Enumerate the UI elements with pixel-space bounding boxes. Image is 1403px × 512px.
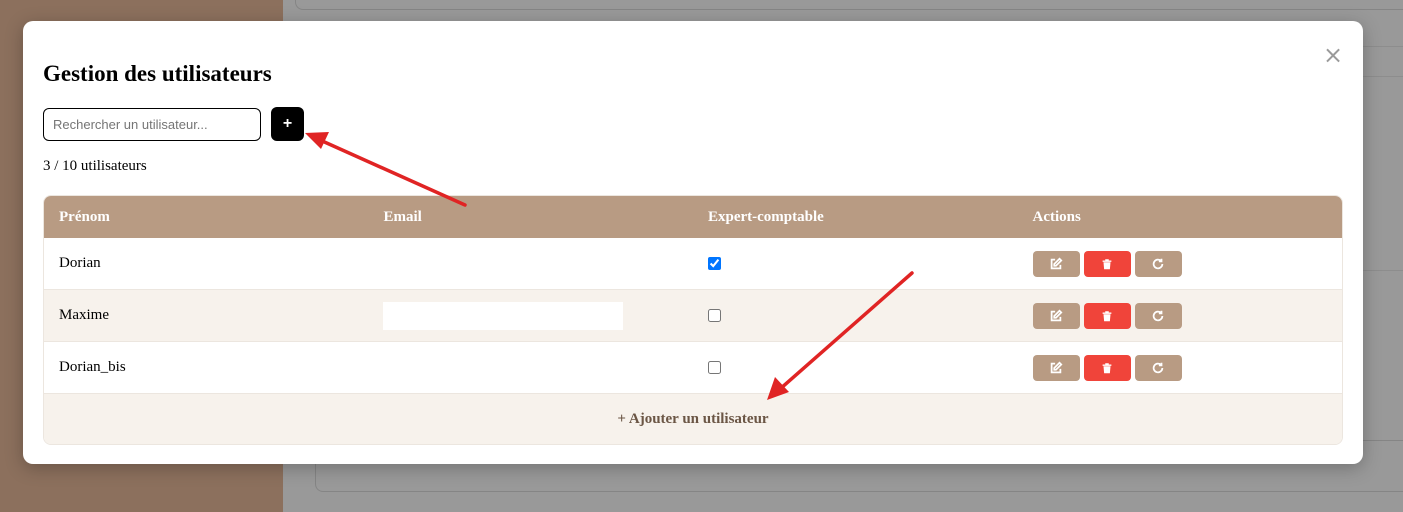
user-management-modal: × Gestion des utilisateurs + 3 / 10 util… (23, 21, 1363, 464)
modal-title: Gestion des utilisateurs (43, 61, 272, 86)
trash-icon (1102, 362, 1112, 373)
add-user-button[interactable]: + (271, 107, 304, 141)
row-actions (1018, 354, 1343, 381)
expert-comptable-checkbox[interactable] (708, 309, 721, 322)
email-value (382, 301, 623, 330)
user-count: 3 / 10 utilisateurs (43, 158, 147, 174)
first-name-cell: Dorian_bis (59, 359, 126, 375)
row-actions (1018, 302, 1343, 329)
header-actions: Actions (1032, 208, 1081, 225)
expert-comptable-cell (693, 361, 1018, 374)
expert-comptable-cell (693, 257, 1018, 270)
edit-user-button[interactable] (1032, 302, 1080, 329)
first-name-cell: Dorian (59, 255, 101, 271)
email-value (383, 250, 623, 278)
trash-icon (1102, 310, 1112, 321)
refresh-icon (1152, 310, 1164, 321)
expert-comptable-cell (693, 309, 1018, 322)
refresh-icon (1152, 258, 1164, 269)
table-row: Dorian_bis (44, 342, 1342, 394)
edit-user-button[interactable] (1032, 250, 1080, 277)
reset-password-button[interactable] (1134, 250, 1182, 277)
reset-password-button[interactable] (1134, 302, 1182, 329)
email-cell (369, 301, 694, 330)
edit-icon (1050, 309, 1063, 321)
delete-user-button[interactable] (1083, 250, 1131, 277)
email-value (383, 354, 623, 382)
background-divider (1363, 270, 1403, 271)
users-table: Prénom Email Expert-comptable Actions Do… (43, 195, 1343, 445)
close-icon[interactable]: × (1323, 43, 1343, 67)
refresh-icon (1152, 362, 1164, 373)
background-divider (1363, 46, 1403, 47)
header-first-name: Prénom (59, 208, 110, 225)
edit-user-button[interactable] (1032, 354, 1080, 381)
expert-comptable-checkbox[interactable] (708, 361, 721, 374)
background-divider (1363, 76, 1403, 77)
header-email: Email (383, 208, 422, 225)
add-user-row-button[interactable]: + Ajouter un utilisateur (44, 394, 1342, 444)
table-header: Prénom Email Expert-comptable Actions (44, 196, 1342, 238)
search-input[interactable] (43, 108, 261, 141)
row-actions (1018, 250, 1343, 277)
header-expert-comptable: Expert-comptable (708, 208, 824, 225)
edit-icon (1050, 257, 1063, 269)
expert-comptable-checkbox[interactable] (708, 257, 721, 270)
trash-icon (1102, 258, 1112, 269)
table-row: Dorian (44, 238, 1342, 290)
table-row: Maxime (44, 290, 1342, 342)
reset-password-button[interactable] (1134, 354, 1182, 381)
edit-icon (1050, 361, 1063, 373)
first-name-cell: Maxime (59, 307, 109, 323)
delete-user-button[interactable] (1083, 354, 1131, 381)
delete-user-button[interactable] (1083, 302, 1131, 329)
email-cell (369, 354, 694, 382)
background-card (295, 0, 1403, 10)
email-cell (369, 250, 694, 278)
